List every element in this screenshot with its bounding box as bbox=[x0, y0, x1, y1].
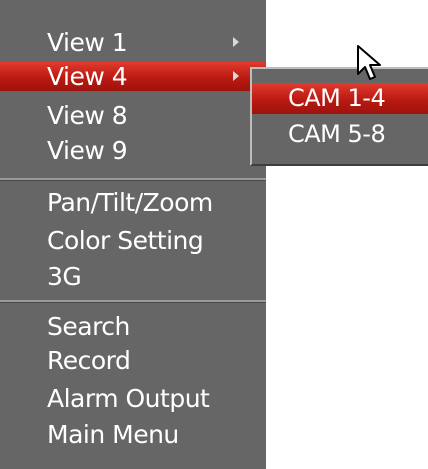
menu-item-alarm-output[interactable]: Alarm Output bbox=[0, 384, 266, 413]
submenu-item-cam-5-8[interactable]: CAM 5-8 bbox=[252, 119, 428, 150]
submenu-arrow-icon bbox=[233, 37, 239, 47]
menu-item-color-setting[interactable]: Color Setting bbox=[0, 226, 266, 255]
submenu-item-label: CAM 5-8 bbox=[288, 120, 386, 148]
submenu-item-cam-1-4[interactable]: CAM 1-4 bbox=[252, 83, 428, 114]
menu-item-search[interactable]: Search bbox=[0, 312, 266, 341]
menu-divider bbox=[0, 300, 266, 303]
menu-item-main-menu[interactable]: Main Menu bbox=[0, 420, 266, 449]
menu-item-label: View 9 bbox=[47, 136, 128, 165]
menu-divider bbox=[0, 178, 266, 181]
menu-item-record[interactable]: Record bbox=[0, 346, 266, 375]
menu-item-label: View 8 bbox=[47, 101, 128, 130]
view-4-submenu: CAM 1-4 CAM 5-8 bbox=[250, 67, 428, 166]
menu-item-label: View 1 bbox=[47, 28, 128, 57]
mouse-pointer-icon bbox=[357, 45, 381, 80]
submenu-arrow-icon bbox=[233, 71, 239, 81]
menu-item-view-8[interactable]: View 8 bbox=[0, 101, 266, 130]
menu-item-label: Main Menu bbox=[47, 420, 179, 449]
menu-item-label: Color Setting bbox=[47, 226, 204, 255]
menu-item-label: Search bbox=[47, 312, 130, 341]
menu-item-3g[interactable]: 3G bbox=[0, 262, 266, 291]
menu-item-label: 3G bbox=[47, 262, 82, 291]
context-menu: View 1 View 4 View 8 View 9 Pan/Tilt/Zoo… bbox=[0, 0, 266, 469]
menu-item-pan-tilt-zoom[interactable]: Pan/Tilt/Zoom bbox=[0, 188, 266, 217]
menu-item-view-9[interactable]: View 9 bbox=[0, 136, 266, 165]
menu-item-label: Alarm Output bbox=[47, 384, 210, 413]
menu-item-view-4[interactable]: View 4 bbox=[0, 62, 266, 91]
menu-item-label: Pan/Tilt/Zoom bbox=[47, 188, 213, 217]
menu-item-label: Record bbox=[47, 346, 131, 375]
menu-item-label: View 4 bbox=[47, 62, 128, 91]
menu-item-view-1[interactable]: View 1 bbox=[0, 28, 266, 57]
submenu-item-label: CAM 1-4 bbox=[288, 84, 386, 112]
